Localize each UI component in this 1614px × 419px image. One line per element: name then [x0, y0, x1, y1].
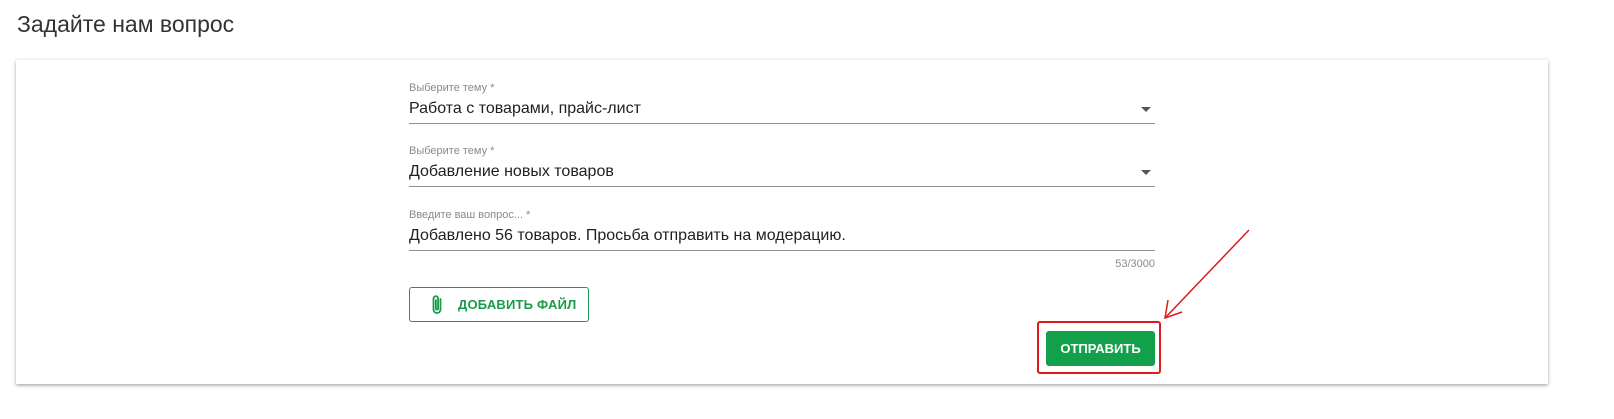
topic-select-label: Выберите тему *: [409, 82, 495, 94]
question-field[interactable]: Введите ваш вопрос... * Добавлено 56 тов…: [409, 208, 1155, 251]
subtopic-select[interactable]: Выберите тему * Добавление новых товаров: [409, 144, 1155, 187]
subtopic-select-control[interactable]: Добавление новых товаров: [409, 158, 1155, 187]
caret-down-icon[interactable]: [1141, 170, 1151, 175]
caret-down-icon[interactable]: [1141, 107, 1151, 112]
topic-select-value: Работа с товарами, прайс-лист: [409, 100, 641, 117]
question-form-card: Выберите тему * Работа с товарами, прайс…: [16, 60, 1548, 384]
page-title: Задайте нам вопрос: [17, 11, 235, 37]
question-input-value: Добавлено 56 товаров. Просьба отправить …: [409, 227, 846, 244]
topic-select[interactable]: Выберите тему * Работа с товарами, прайс…: [409, 81, 1155, 124]
topic-select-control[interactable]: Работа с товарами, прайс-лист: [409, 95, 1155, 124]
subtopic-select-label: Выберите тему *: [409, 145, 495, 157]
add-file-button[interactable]: ДОБАВИТЬ ФАЙЛ: [409, 287, 589, 322]
subtopic-select-value: Добавление новых товаров: [409, 163, 614, 180]
character-counter: 53/3000: [1115, 258, 1155, 270]
submit-button[interactable]: ОТПРАВИТЬ: [1046, 331, 1155, 366]
question-input[interactable]: Добавлено 56 товаров. Просьба отправить …: [409, 222, 1155, 251]
paperclip-icon: [432, 294, 442, 314]
add-file-button-label: ДОБАВИТЬ ФАЙЛ: [458, 297, 577, 312]
question-field-label: Введите ваш вопрос... *: [409, 209, 531, 221]
